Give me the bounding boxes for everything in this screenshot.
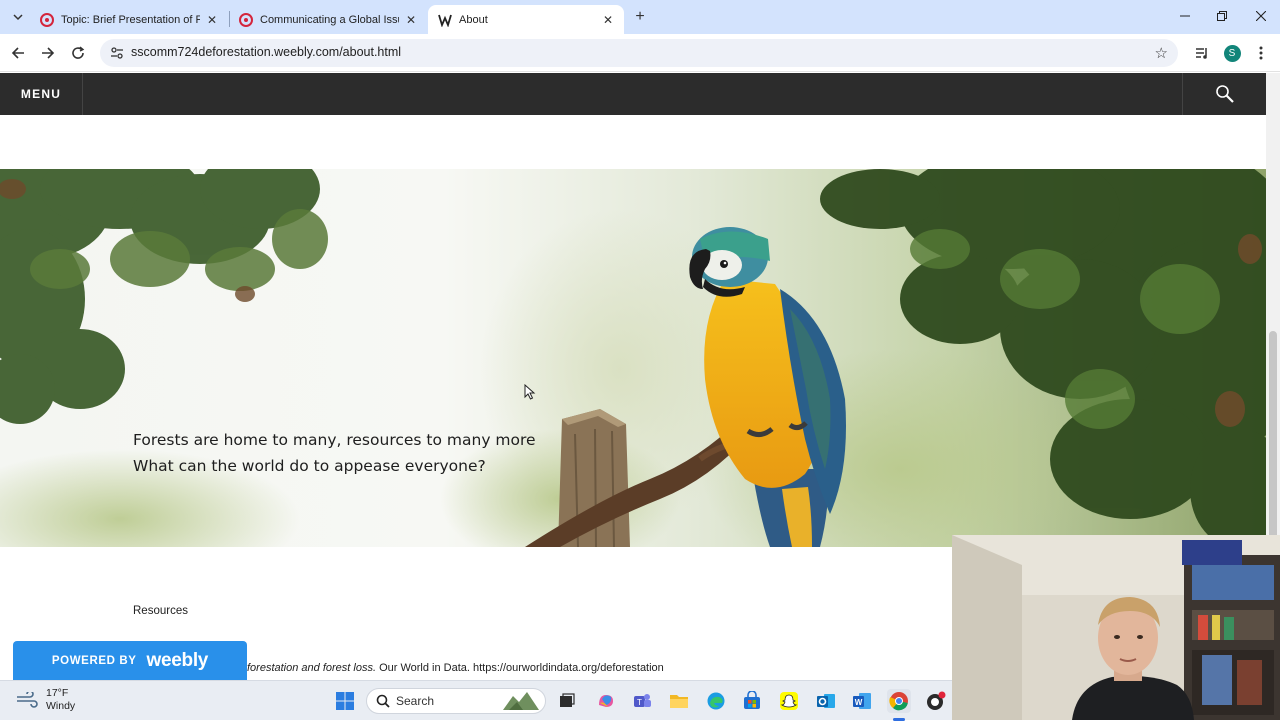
hero-banner: Forests are home to many, resources to m… bbox=[0, 169, 1266, 547]
profile-button[interactable]: S bbox=[1221, 42, 1243, 64]
site-info-icon[interactable] bbox=[110, 46, 124, 60]
canvas-favicon-icon bbox=[40, 12, 54, 27]
search-icon bbox=[1215, 85, 1234, 103]
canvas-favicon-icon bbox=[239, 12, 253, 27]
ms-store-app[interactable] bbox=[740, 689, 764, 713]
tab-title: Communicating a Global Issue: bbox=[260, 13, 399, 26]
close-window-button[interactable] bbox=[1250, 6, 1272, 26]
site-search-button[interactable] bbox=[1182, 73, 1266, 115]
copilot-icon bbox=[599, 695, 613, 707]
svg-text:T: T bbox=[637, 698, 642, 707]
store-icon bbox=[744, 691, 760, 709]
search-icon bbox=[376, 694, 390, 708]
url-text[interactable]: sscomm724deforestation.weebly.com/about.… bbox=[131, 45, 401, 59]
weather-condition: Windy bbox=[46, 700, 76, 712]
tab-search-button[interactable] bbox=[7, 6, 29, 28]
close-icon[interactable]: ✕ bbox=[204, 12, 220, 28]
snapchat-app[interactable] bbox=[777, 689, 801, 713]
edge-icon bbox=[707, 692, 725, 710]
webcam-overlay bbox=[952, 535, 1280, 720]
tab-topic[interactable]: Topic: Brief Presentation of Fina ✕ bbox=[30, 5, 228, 34]
close-icon bbox=[1256, 11, 1266, 21]
weather-temperature: 17°F bbox=[46, 687, 69, 699]
edge-app[interactable] bbox=[704, 689, 728, 713]
arrow-left-icon bbox=[11, 47, 24, 59]
forward-button[interactable] bbox=[37, 42, 59, 64]
outlook-app[interactable] bbox=[814, 689, 838, 713]
teams-app[interactable]: T bbox=[630, 689, 654, 713]
address-bar[interactable]: sscomm724deforestation.weebly.com/about.… bbox=[100, 39, 1178, 67]
windows-logo-icon bbox=[336, 692, 354, 710]
hero-caption: Forests are home to many, resources to m… bbox=[133, 427, 536, 479]
bookmark-star-icon[interactable]: ☆ bbox=[1155, 44, 1168, 62]
webcam-presenter-image bbox=[952, 535, 1280, 720]
browser-menu-button[interactable] bbox=[1250, 42, 1272, 64]
site-header-bar: MENU bbox=[0, 73, 1266, 115]
weather-widget[interactable]: 17°F Windy bbox=[16, 687, 75, 713]
wind-icon bbox=[17, 692, 38, 708]
tab-about[interactable]: About ✕ bbox=[428, 5, 624, 34]
reload-button[interactable] bbox=[67, 42, 89, 64]
mouse-cursor-icon bbox=[524, 384, 536, 400]
outlook-icon bbox=[817, 694, 835, 708]
task-view-button[interactable] bbox=[555, 689, 579, 713]
snapchat-icon bbox=[780, 692, 798, 710]
folder-icon bbox=[670, 695, 688, 708]
more-vertical-icon bbox=[1259, 46, 1263, 60]
citation-rest: Our World in Data. https://ourworldindat… bbox=[376, 662, 664, 674]
chrome-icon bbox=[889, 692, 908, 711]
restore-icon bbox=[1217, 11, 1227, 21]
svg-text:W: W bbox=[855, 698, 863, 707]
tab-title: Topic: Brief Presentation of Fina bbox=[61, 13, 200, 26]
github-desktop-app[interactable] bbox=[924, 689, 948, 713]
taskbar-search-box[interactable]: Search bbox=[366, 688, 546, 714]
tab-communicating[interactable]: Communicating a Global Issue: ✕ bbox=[229, 5, 427, 34]
media-controls-button[interactable] bbox=[1191, 42, 1213, 64]
badge-powered-label: POWERED BY bbox=[51, 654, 137, 667]
resources-heading: Resources bbox=[133, 605, 188, 617]
browser-tab-strip: Topic: Brief Presentation of Fina ✕ Comm… bbox=[0, 0, 1280, 34]
word-icon: W bbox=[853, 693, 871, 709]
start-button[interactable] bbox=[333, 689, 357, 713]
windows-taskbar: 17°F Windy Search T W bbox=[0, 680, 952, 721]
weebly-favicon-icon bbox=[438, 13, 452, 27]
copilot-app[interactable] bbox=[594, 689, 618, 713]
file-explorer-app[interactable] bbox=[667, 689, 691, 713]
word-app[interactable]: W bbox=[850, 689, 874, 713]
restore-button[interactable] bbox=[1211, 6, 1233, 26]
teams-icon: T bbox=[634, 694, 651, 707]
chrome-app[interactable] bbox=[887, 689, 911, 713]
hero-line-1: Forests are home to many, resources to m… bbox=[133, 431, 536, 449]
browser-toolbar: sscomm724deforestation.weebly.com/about.… bbox=[0, 34, 1280, 72]
task-view-icon bbox=[560, 693, 575, 707]
minimize-button[interactable] bbox=[1174, 6, 1196, 26]
reload-icon bbox=[72, 46, 85, 59]
minimize-icon bbox=[1180, 15, 1190, 17]
hero-line-2: What can the world do to appease everyon… bbox=[133, 457, 486, 475]
media-queue-icon bbox=[1196, 48, 1207, 59]
github-icon bbox=[927, 691, 946, 710]
close-icon[interactable]: ✕ bbox=[600, 12, 616, 28]
site-menu-button[interactable]: MENU bbox=[0, 73, 83, 115]
citation-italic: forestation and forest loss. bbox=[247, 662, 377, 674]
search-highlight-icon bbox=[503, 692, 539, 710]
new-tab-button[interactable]: + bbox=[631, 8, 649, 26]
arrow-right-icon bbox=[42, 47, 55, 59]
tab-title: About bbox=[459, 13, 488, 26]
back-button[interactable] bbox=[7, 42, 29, 64]
close-icon[interactable]: ✕ bbox=[403, 12, 419, 28]
weebly-logo: weebly bbox=[146, 649, 209, 671]
powered-by-weebly-badge[interactable]: POWERED BY weebly bbox=[13, 641, 247, 680]
avatar: S bbox=[1223, 44, 1241, 62]
citation-text: forestation and forest loss. Our World i… bbox=[247, 662, 664, 674]
hero-macaw-image bbox=[0, 169, 1266, 547]
chevron-down-icon bbox=[13, 14, 23, 21]
taskbar-search-label: Search bbox=[396, 694, 435, 708]
